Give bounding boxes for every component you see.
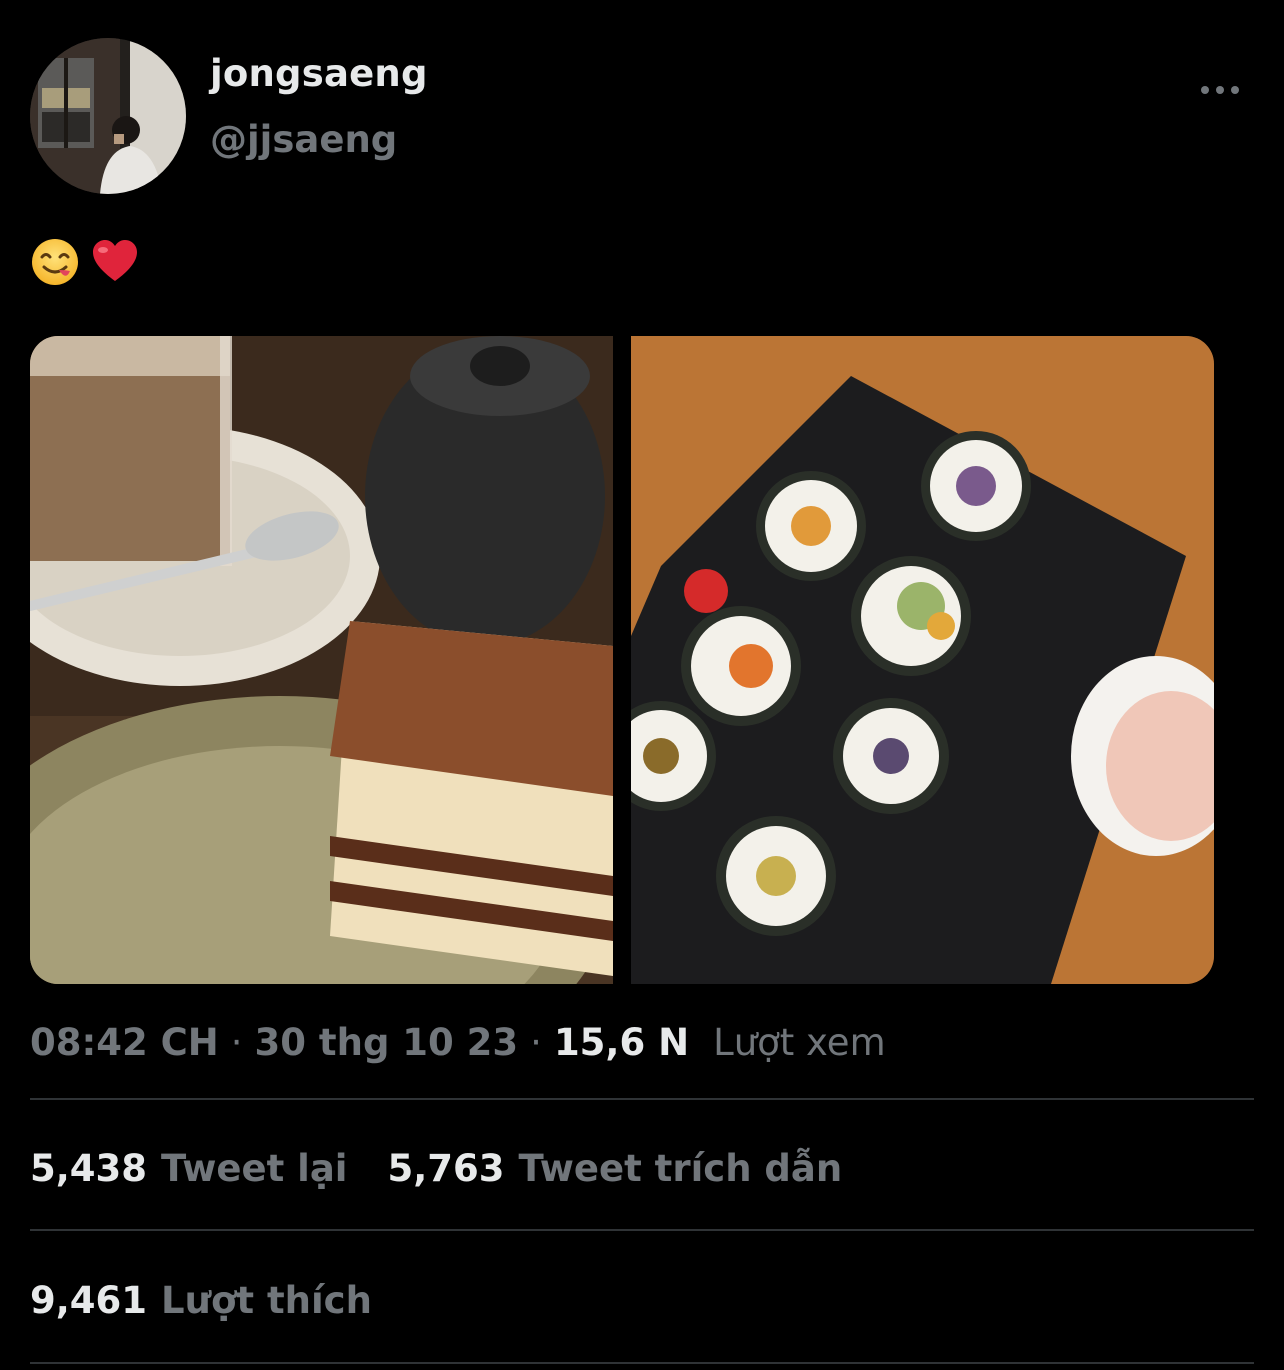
tiramisu-photo-image: [30, 336, 613, 984]
avatar-image: [30, 38, 186, 194]
tweet-date[interactable]: 30 thg 10 23: [255, 1021, 519, 1064]
tweet-meta: 08:42 CH · 30 thg 10 23 · 15,6 N Lượt xe…: [30, 1014, 886, 1070]
red-heart-icon: [93, 240, 137, 281]
more-dots-icon: [1201, 86, 1239, 94]
photo-kimbap[interactable]: [631, 336, 1214, 984]
tweet-time[interactable]: 08:42 CH: [30, 1021, 219, 1064]
likes-label: Lượt thích: [161, 1278, 372, 1322]
likes-count: 9,461: [30, 1278, 148, 1322]
display-name[interactable]: jongsaeng: [210, 52, 428, 95]
meta-separator: ·: [530, 1020, 542, 1064]
quotes-stat[interactable]: 5,763 Tweet trích dẫn: [388, 1147, 843, 1190]
tweet-media: [30, 336, 1214, 984]
stats-row-likes: 9,461 Lượt thích: [30, 1270, 412, 1330]
divider: [30, 1362, 1254, 1364]
smiling-face-savoring-food-icon: [32, 239, 78, 285]
meta-separator: ·: [230, 1020, 243, 1064]
stats-row-reposts: 5,438 Tweet lại 5,763 Tweet trích dẫn: [30, 1138, 882, 1198]
quotes-count: 5,763: [387, 1146, 505, 1190]
divider: [30, 1098, 1254, 1100]
avatar[interactable]: [30, 38, 186, 194]
tweet-text: [30, 236, 140, 288]
retweets-count: 5,438: [30, 1146, 148, 1190]
views-count: 15,6 N: [553, 1020, 690, 1064]
user-handle[interactable]: @jjsaeng: [210, 118, 397, 161]
more-options-button[interactable]: [1196, 72, 1244, 108]
kimbap-photo-image: [631, 336, 1214, 984]
likes-stat[interactable]: 9,461 Lượt thích: [30, 1279, 372, 1322]
divider: [30, 1229, 1254, 1231]
quotes-label: Tweet trích dẫn: [518, 1146, 843, 1190]
views-label: Lượt xem: [713, 1020, 886, 1064]
photo-tiramisu[interactable]: [30, 336, 613, 984]
retweets-stat[interactable]: 5,438 Tweet lại: [30, 1147, 348, 1190]
retweets-label: Tweet lại: [161, 1146, 348, 1190]
